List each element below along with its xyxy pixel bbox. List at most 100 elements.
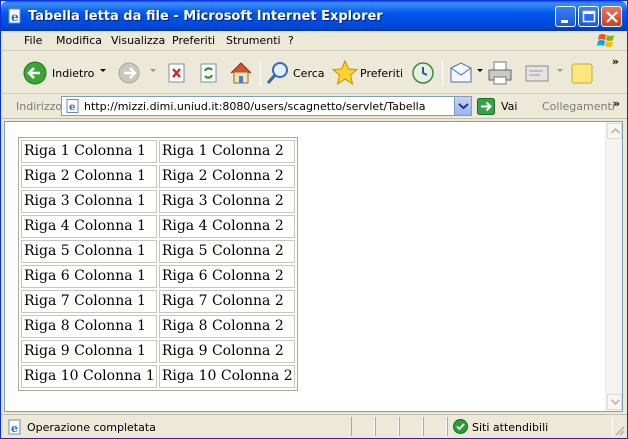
minimize-button[interactable]: [555, 6, 576, 27]
table-cell: Riga 2 Colonna 2: [158, 165, 295, 188]
windows-logo-icon: [597, 34, 614, 47]
refresh-icon[interactable]: [197, 58, 221, 88]
svg-text:e: e: [11, 10, 19, 24]
ie-page-icon: e: [66, 99, 79, 113]
history-icon[interactable]: [410, 58, 436, 88]
go-arrow-icon[interactable]: [477, 98, 495, 115]
address-input[interactable]: e http://mizzi.dimi.uniud.it:8080/users/…: [61, 96, 472, 116]
toolbar-overflow-chevron[interactable]: »: [612, 55, 619, 68]
address-url[interactable]: http://mizzi.dimi.uniud.it:8080/users/sc…: [84, 100, 425, 113]
back-arrow-icon[interactable]: [23, 58, 49, 88]
svg-text:e: e: [69, 102, 75, 113]
edit-dropdown[interactable]: [557, 69, 563, 72]
address-dropdown[interactable]: [454, 97, 471, 115]
close-icon: [606, 11, 618, 23]
table-cell: Riga 7 Colonna 2: [158, 290, 295, 313]
links-overflow-chevron[interactable]: »: [613, 97, 620, 110]
table-cell: Riga 1 Colonna 1: [21, 140, 157, 163]
data-table: Riga 1 Colonna 1 Riga 1 Colonna 2 Riga 2 C…: [18, 137, 298, 391]
page-content: Riga 1 Colonna 1 Riga 1 Colonna 2 Riga 2 C…: [4, 121, 623, 412]
maximize-button[interactable]: [578, 6, 599, 27]
table-cell: Riga 4 Colonna 1: [21, 215, 157, 238]
status-panel: [423, 417, 447, 436]
go-button[interactable]: Vai: [501, 100, 517, 113]
note-icon[interactable]: [569, 58, 595, 88]
minimize-icon: [561, 20, 568, 23]
table-cell: Riga 3 Colonna 2: [158, 190, 295, 213]
mail-icon[interactable]: [448, 58, 474, 88]
table-row: Riga 2 Colonna 1 Riga 2 Colonna 2: [21, 165, 295, 188]
zone-text: Siti attendibili: [472, 421, 549, 434]
table-row: Riga 5 Colonna 1 Riga 5 Colonna 2: [21, 240, 295, 263]
status-text: Operazione completata: [27, 421, 156, 434]
menu-help[interactable]: ?: [288, 34, 294, 47]
ie-page-icon: e: [8, 8, 21, 24]
table-cell: Riga 2 Colonna 1: [21, 165, 157, 188]
table-cell: Riga 8 Colonna 1: [21, 315, 157, 338]
window-title: Tabella letta da file - Microsoft Intern…: [28, 9, 383, 24]
address-label: Indirizzo: [16, 100, 63, 113]
chevron-up-icon: [611, 128, 620, 134]
close-button[interactable]: [601, 6, 622, 27]
table-row: Riga 10 Colonna 1 Riga 10 Colonna 2: [21, 365, 295, 388]
print-icon[interactable]: [486, 58, 514, 88]
menu-modifica[interactable]: Modifica: [56, 34, 102, 47]
table-row: Riga 8 Colonna 1 Riga 8 Colonna 2: [21, 315, 295, 338]
chevron-down-icon: [611, 399, 620, 405]
table-cell: Riga 10 Colonna 1: [21, 365, 157, 388]
table-row: Riga 3 Colonna 1 Riga 3 Colonna 2: [21, 190, 295, 213]
search-label[interactable]: Cerca: [293, 67, 325, 80]
resize-grip-icon[interactable]: [613, 424, 625, 436]
table-row: Riga 1 Colonna 1 Riga 1 Colonna 2: [21, 140, 295, 163]
toolbar-separator: [442, 60, 443, 86]
table-cell: Riga 8 Colonna 2: [158, 315, 295, 338]
table-row: Riga 9 Colonna 1 Riga 9 Colonna 2: [21, 340, 295, 363]
links-button[interactable]: Collegamenti: [542, 100, 615, 113]
back-label[interactable]: Indietro: [52, 67, 94, 80]
forward-arrow-icon[interactable]: [117, 58, 143, 88]
scroll-up-button[interactable]: [607, 123, 622, 139]
mail-dropdown[interactable]: [477, 69, 483, 72]
menu-strumenti[interactable]: Strumenti: [226, 34, 281, 47]
status-panel: [375, 417, 399, 436]
table-cell: Riga 6 Colonna 2: [158, 265, 295, 288]
trusted-zone-icon: [453, 419, 468, 434]
vertical-scrollbar[interactable]: [605, 122, 622, 411]
title-bar[interactable]: e Tabella letta da file - Microsoft Inte…: [1, 1, 627, 31]
menu-file[interactable]: File: [24, 34, 42, 47]
forward-dropdown[interactable]: [150, 69, 156, 72]
table-cell: Riga 5 Colonna 2: [158, 240, 295, 263]
ie-window: e Tabella letta da file - Microsoft Inte…: [0, 0, 628, 439]
svg-text:e: e: [11, 422, 18, 435]
table-row: Riga 6 Colonna 1 Riga 6 Colonna 2: [21, 265, 295, 288]
favorites-label[interactable]: Preferiti: [360, 67, 403, 80]
table-cell: Riga 10 Colonna 2: [158, 365, 295, 388]
table-cell: Riga 7 Colonna 1: [21, 290, 157, 313]
status-panel: [351, 417, 375, 436]
table-row: Riga 7 Colonna 1 Riga 7 Colonna 2: [21, 290, 295, 313]
table-cell: Riga 6 Colonna 1: [21, 265, 157, 288]
status-bar: e Operazione completata Siti attendibili: [1, 414, 627, 438]
table-cell: Riga 4 Colonna 2: [158, 215, 295, 238]
page-done-icon: e: [8, 419, 21, 435]
toolbar-separator: [260, 60, 261, 86]
menu-preferiti[interactable]: Preferiti: [172, 34, 215, 47]
favorites-star-icon[interactable]: [331, 58, 359, 88]
chevron-down-icon: [458, 103, 469, 110]
menu-visualizza[interactable]: Visualizza: [111, 34, 165, 47]
stop-icon[interactable]: [165, 58, 189, 88]
standard-toolbar: Indietro Cerca Preferiti »: [1, 52, 627, 94]
table-cell: Riga 3 Colonna 1: [21, 190, 157, 213]
edit-icon[interactable]: [523, 58, 551, 88]
search-icon[interactable]: [265, 58, 291, 88]
table-cell: Riga 9 Colonna 1: [21, 340, 157, 363]
table-cell: Riga 5 Colonna 1: [21, 240, 157, 263]
maximize-icon: [582, 10, 596, 23]
back-dropdown[interactable]: [100, 69, 106, 72]
table-row: Riga 4 Colonna 1 Riga 4 Colonna 2: [21, 215, 295, 238]
menu-bar: File Modifica Visualizza Preferiti Strum…: [1, 31, 627, 51]
home-icon[interactable]: [228, 58, 254, 88]
scroll-down-button[interactable]: [607, 394, 622, 410]
table-cell: Riga 1 Colonna 2: [158, 140, 295, 163]
status-panel: [399, 417, 423, 436]
